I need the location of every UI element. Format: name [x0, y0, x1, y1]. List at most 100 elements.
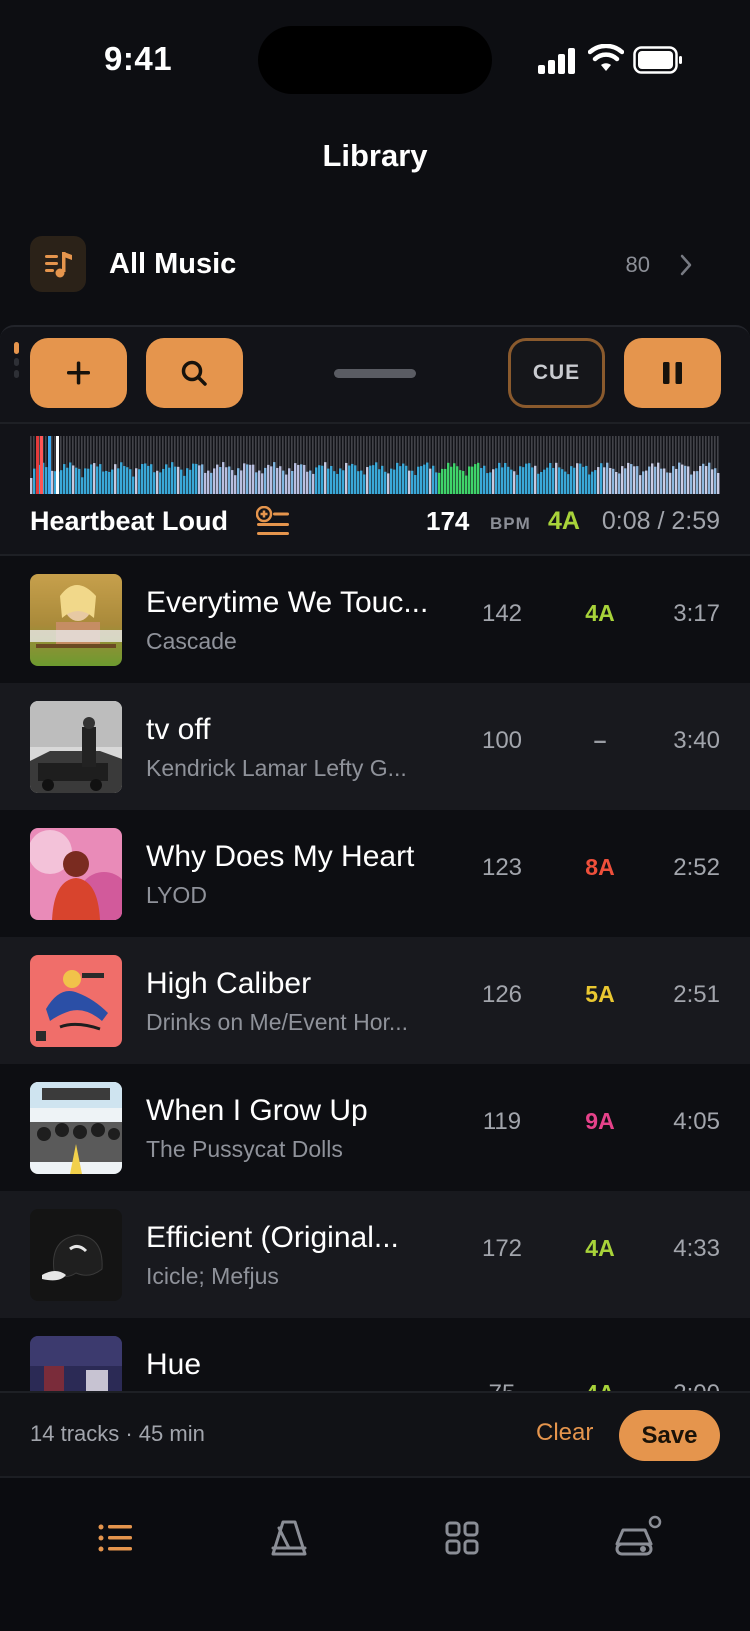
waveform-bar	[465, 475, 468, 494]
waveform-bar	[306, 471, 309, 494]
waveform-bar	[576, 463, 579, 494]
waveform-bar	[354, 465, 357, 494]
waveform-bar	[495, 468, 498, 494]
playlist-footer: 14 tracks · 45 min Clear Save	[0, 1391, 750, 1476]
waveform-bar	[384, 471, 387, 494]
tab-device[interactable]	[605, 1508, 665, 1568]
tab-metronome[interactable]	[259, 1508, 319, 1568]
track-key: 4A	[585, 1235, 615, 1261]
cue-button[interactable]: CUE	[508, 338, 605, 408]
waveform-bar	[444, 468, 447, 494]
waveform-bar	[144, 463, 147, 494]
track-bpm: 172	[481, 1235, 523, 1262]
waveform-bar	[219, 467, 222, 494]
wifi-icon	[588, 44, 624, 71]
waveform-bar	[609, 468, 612, 494]
track-bpm: 119	[482, 1108, 522, 1135]
waveform[interactable]	[30, 436, 720, 494]
search-button[interactable]	[146, 338, 243, 408]
waveform-bar	[63, 464, 66, 494]
waveform-bar	[198, 465, 201, 494]
waveform-bar	[321, 465, 324, 494]
waveform-bar	[600, 463, 603, 494]
waveform-bar	[51, 470, 54, 494]
pause-button[interactable]	[624, 338, 721, 408]
waveform-bar	[348, 465, 351, 494]
album-art	[30, 828, 122, 920]
waveform-bar	[540, 472, 543, 494]
track-row[interactable]: Hue 75 4A 2:00	[0, 1318, 750, 1391]
waveform-bar	[417, 466, 420, 494]
search-icon	[181, 360, 207, 386]
track-row[interactable]: Efficient (Original... Icicle; Mefjus 17…	[0, 1191, 750, 1318]
waveform-bar	[702, 463, 705, 494]
waveform-bar	[183, 475, 186, 494]
waveform-bar	[186, 468, 189, 494]
waveform-bar	[687, 466, 690, 494]
track-duration: 3:17	[673, 600, 720, 627]
waveform-bar	[360, 470, 363, 494]
waveform-bar	[474, 464, 477, 494]
waveform-bar	[681, 464, 684, 494]
waveform-bar	[558, 467, 561, 494]
tab-grid[interactable]	[432, 1508, 492, 1568]
waveform-bar	[501, 467, 504, 494]
waveform-bar	[462, 470, 465, 494]
waveform-bar	[192, 463, 195, 494]
waveform-bar	[99, 464, 102, 494]
waveform-bar	[414, 475, 417, 494]
waveform-bar	[312, 473, 315, 494]
drag-handle-icon[interactable]	[14, 342, 20, 382]
track-duration: 3:40	[673, 727, 720, 754]
waveform-bar	[285, 474, 288, 494]
waveform-bar	[663, 468, 666, 494]
waveform-bar	[648, 466, 651, 494]
waveform-bar	[426, 462, 429, 494]
waveform-bar	[159, 472, 162, 494]
waveform-bar	[237, 468, 240, 494]
track-row[interactable]: When I Grow Up The Pussycat Dolls 119 9A…	[0, 1064, 750, 1191]
waveform-bar	[708, 462, 711, 494]
track-row[interactable]: Why Does My Heart LYOD 123 8A 2:52	[0, 810, 750, 937]
track-bpm: 142	[481, 600, 523, 627]
waveform-bar	[546, 467, 549, 494]
waveform-bar	[369, 465, 372, 494]
track-row[interactable]: tv off Kendrick Lamar Lefty G... 100 – 3…	[0, 683, 750, 810]
waveform-bar	[585, 465, 588, 494]
add-to-queue-icon[interactable]	[256, 506, 290, 538]
waveform-bar	[294, 463, 297, 494]
waveform-bar	[657, 462, 660, 494]
waveform-bar	[165, 464, 168, 494]
collection-row-all-music[interactable]: All Music 80	[0, 228, 750, 302]
album-art	[30, 1336, 122, 1391]
waveform-bar	[102, 471, 105, 494]
waveform-bar	[516, 474, 519, 494]
tab-bar	[0, 1476, 750, 1631]
track-row[interactable]: High Caliber Drinks on Me/Event Hor... 1…	[0, 937, 750, 1064]
waveform-bar	[30, 478, 33, 494]
waveform-bar	[195, 463, 198, 494]
waveform-bar	[573, 467, 576, 494]
panel-grabber[interactable]	[334, 369, 416, 378]
waveform-bar	[189, 469, 192, 494]
track-list[interactable]: Everytime We Touc... Cascade 142 4A 3:17…	[0, 556, 750, 1391]
waveform-bar	[477, 462, 480, 494]
tab-list[interactable]	[86, 1508, 146, 1568]
dynamic-island	[258, 26, 492, 94]
waveform-bar	[630, 464, 633, 494]
clear-button[interactable]: Clear	[536, 1419, 593, 1447]
waveform-bar	[699, 466, 702, 494]
waveform-bar	[453, 463, 456, 494]
track-artist: LYOD	[146, 882, 207, 908]
save-button[interactable]: Save	[619, 1410, 720, 1461]
add-button[interactable]	[30, 338, 127, 408]
track-row[interactable]: Everytime We Touc... Cascade 142 4A 3:17	[0, 556, 750, 683]
waveform-bar	[660, 468, 663, 494]
waveform-bar	[363, 474, 366, 494]
waveform-bar	[273, 462, 276, 494]
waveform-bar	[411, 470, 414, 494]
waveform-bar	[135, 468, 138, 494]
waveform-bar	[162, 468, 165, 494]
waveform-bar	[636, 466, 639, 494]
waveform-bar	[513, 471, 516, 494]
